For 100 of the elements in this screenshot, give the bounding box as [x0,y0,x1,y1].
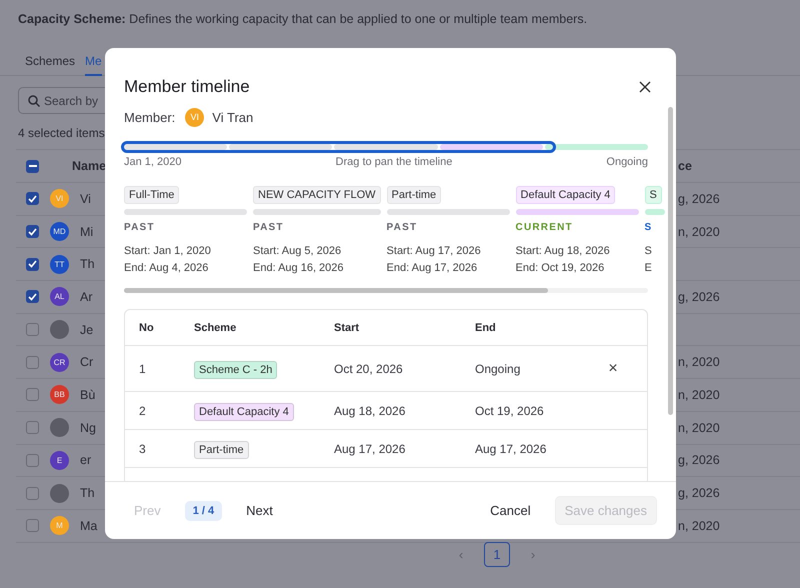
column-header: Name [72,159,106,173]
period-start: Start: Aug 17, 2026 [386,245,481,257]
table-cell-text: g, 2026 [677,192,720,206]
timeline-hint: Drag to pan the timeline [336,156,452,168]
close-icon [638,80,652,94]
checkmark-icon [28,228,37,236]
close-button[interactable] [638,80,652,94]
scheme-tag: NEW CAPACITY FLOW [253,186,381,204]
table-cell-text: n, 2020 [677,355,720,370]
member-name: Cr [79,355,94,370]
timeline-start-date: Jan 1, 2020 [124,156,182,168]
scrollbar[interactable] [668,107,673,415]
avatar: M [50,516,69,536]
row-checkbox[interactable] [26,290,39,304]
member-name: Th [79,486,95,500]
period-status: PAST [124,222,155,233]
avatar: E [50,450,69,470]
period-start: Start: Jan 1, 2020 [124,245,211,257]
row-checkbox[interactable] [26,421,39,434]
avatar: MD [50,222,69,242]
table-cell: Oct 20, 2026 [334,362,403,376]
table-cell: Aug 17, 2026 [475,442,546,456]
column-header: No [139,322,155,334]
table-cell: 2 [139,404,146,418]
table-cell: Oct 19, 2026 [475,404,544,418]
column-header: End [475,322,497,334]
tab[interactable]: Me [85,50,102,76]
avatar: VI [185,108,204,126]
scheme-tag: Full-Time [124,186,180,204]
member-name: Ng [79,420,96,435]
table-cell-text: n, 2020 [677,224,720,239]
remove-button[interactable]: × [607,360,619,378]
photo-placeholder [50,320,69,340]
row-checkbox[interactable] [26,258,39,271]
minus-icon [28,165,36,167]
horizontal-scrollbar[interactable] [124,288,648,293]
table-cell: 1 [139,362,146,376]
avatar: BB [50,385,69,404]
member-name: Je [79,322,94,337]
scheme-tag: Default Capacity 4 [194,402,294,420]
checkmark-icon [28,194,37,203]
period-end: End: Aug 16, 2026 [253,262,344,274]
cancel-button[interactable]: Cancel [480,497,541,524]
timeline-window-handle[interactable] [121,141,556,153]
avatar: CR [50,352,69,372]
period-status: CURRENT [516,222,573,233]
page-description: Capacity Scheme: Defines the working capacity that can be applied to one or multiple team members. [18,12,588,28]
table-cell: 3 [139,442,146,456]
period-status: S [644,222,652,233]
scheme-tag: Part-time [386,186,442,204]
table-cell-text: g, 2026 [677,453,720,468]
table-cell: Aug 17, 2026 [334,442,406,456]
member-name: Ar [79,290,92,304]
row-checkbox[interactable] [26,356,39,369]
row-checkbox[interactable] [26,519,39,532]
table-cell-text: g, 2026 [677,290,720,304]
period-status: PAST [386,222,418,233]
select-all-checkbox[interactable] [26,160,39,172]
scheme-tag: S [644,186,662,204]
period-status: PAST [253,222,284,233]
member-name: er [79,453,92,468]
member-name: Vi [79,192,91,206]
checkmark-icon [28,292,37,301]
scheme-tag: Part-time [194,440,249,458]
member-name: Vi Tran [212,110,254,124]
period-start: S [644,245,652,257]
avatar: TT [50,254,69,274]
previous-page-button[interactable]: ‹ [448,542,474,567]
table-cell: Aug 18, 2026 [334,404,406,418]
member-name: Bù [79,388,96,402]
period-end: E [644,262,652,274]
next-page-button[interactable]: › [520,542,546,567]
checkmark-icon [28,260,37,268]
row-checkbox[interactable] [26,388,39,402]
next-button[interactable]: Next [236,497,283,524]
member-name: Mi [79,224,94,239]
photo-placeholder [50,484,69,503]
photo-placeholder [50,418,69,438]
member-name: Ma [79,518,98,533]
table-cell-text: g, 2026 [677,486,720,500]
table-cell-text: n, 2020 [677,388,720,402]
column-header: Start [334,322,360,334]
period-end: End: Aug 4, 2026 [124,262,208,274]
search-icon [28,94,40,106]
page-button[interactable]: 1 [484,542,510,567]
member-name: Th [79,257,95,272]
period-end: End: Aug 17, 2026 [386,262,478,274]
row-checkbox[interactable] [26,225,39,238]
row-checkbox[interactable] [26,454,39,467]
page-indicator: 1 / 4 [184,500,222,520]
row-checkbox[interactable] [26,323,39,336]
row-checkbox[interactable] [26,192,39,206]
avatar: VI [50,189,69,208]
avatar: AL [50,287,69,306]
timeline-end-label: Ongoing [606,156,648,168]
table-cell-text: n, 2020 [677,518,720,533]
tab[interactable]: Schemes [25,50,76,76]
scheme-tag: Default Capacity 4 [516,186,616,204]
row-checkbox[interactable] [26,486,39,500]
table-cell: Ongoing [475,362,520,376]
